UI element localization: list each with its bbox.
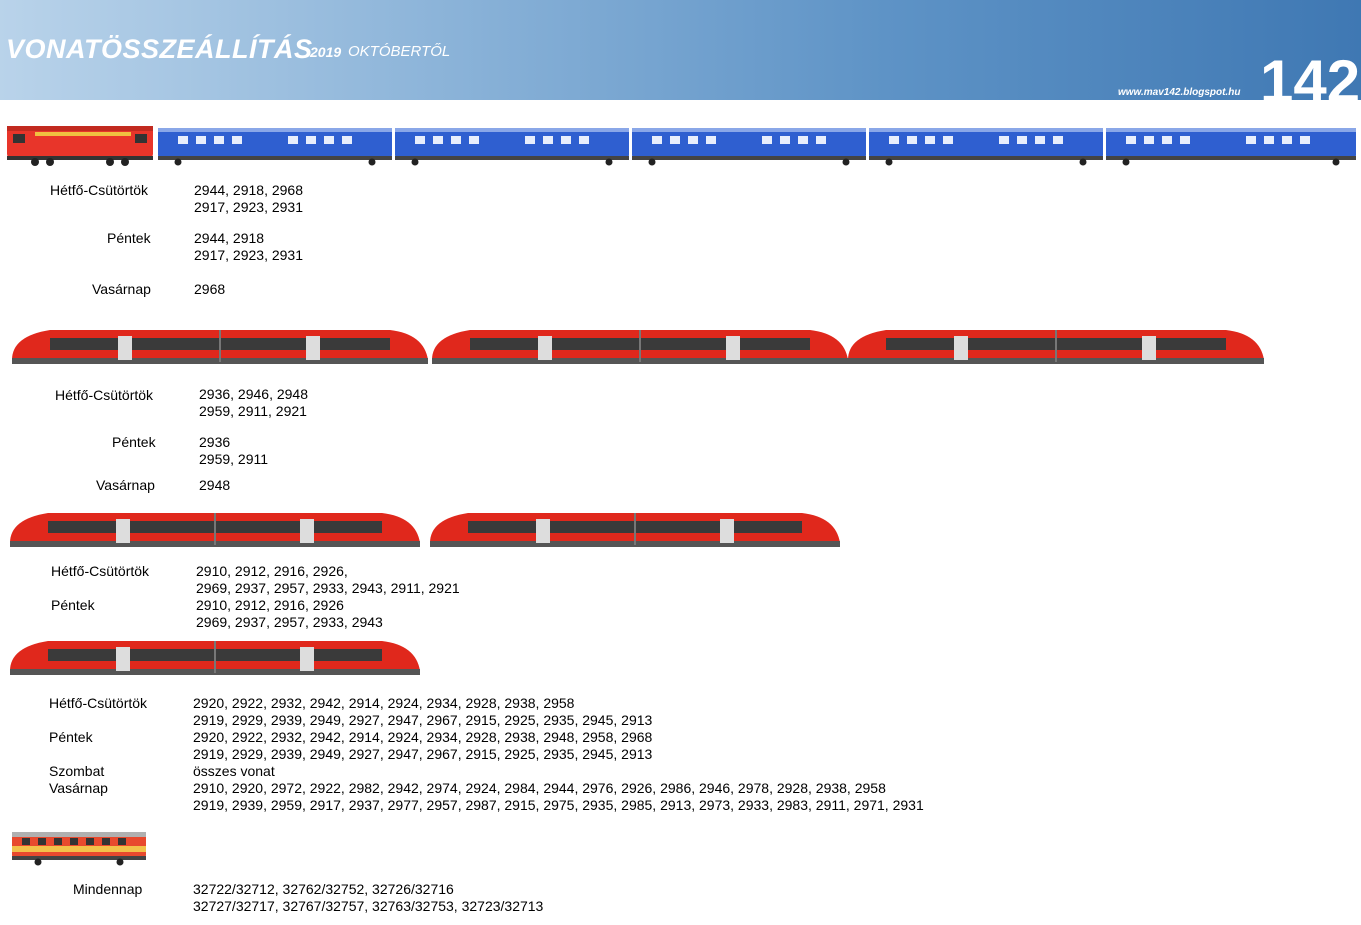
train-numbers: 2910, 2912, 2916, 2926, xyxy=(196,563,348,579)
train-numbers: 2969, 2937, 2957, 2933, 2943 xyxy=(196,614,383,630)
train-numbers: 2936, 2946, 2948 xyxy=(199,386,308,402)
day-label: Hétfő-Csütörtök xyxy=(51,563,150,579)
day-label: Péntek xyxy=(112,434,156,450)
train-numbers: 2948 xyxy=(199,477,231,493)
train-numbers: 32727/32717, 32767/32757, 32763/32753, 3… xyxy=(193,898,544,914)
train-railbus xyxy=(12,832,146,866)
train-desiro-double xyxy=(10,513,840,547)
train-numbers: 2944, 2918, 2968 xyxy=(194,182,303,198)
desiro-unit-image xyxy=(10,641,420,675)
day-label: Szombat xyxy=(49,763,105,779)
desiro-unit-image xyxy=(430,513,840,547)
train-desiro-triple xyxy=(12,330,1264,364)
line-number: 142 xyxy=(1260,48,1361,101)
train-numbers: 2919, 2939, 2959, 2917, 2937, 2977, 2957… xyxy=(193,797,924,813)
day-label: Péntek xyxy=(51,597,95,613)
railbus-image xyxy=(12,832,146,866)
day-label: Hétfő-Csütörtök xyxy=(55,387,154,403)
train-locomotive-coaches xyxy=(7,126,1356,166)
train-numbers: 2910, 2920, 2972, 2922, 2982, 2942, 2974… xyxy=(193,780,886,796)
train-numbers: 2919, 2929, 2939, 2949, 2927, 2947, 2967… xyxy=(193,712,653,728)
train-numbers: 2910, 2912, 2916, 2926 xyxy=(196,597,344,613)
train-numbers: 2920, 2922, 2932, 2942, 2914, 2924, 2934… xyxy=(193,729,653,745)
coaches-image xyxy=(158,128,1356,166)
day-label: Péntek xyxy=(107,230,151,246)
blog-url: www.mav142.blogspot.hu xyxy=(1118,87,1241,98)
page-title: VONATÖSSZEÁLLÍTÁS xyxy=(6,34,313,64)
desiro-unit-image xyxy=(432,330,848,364)
train-desiro-single xyxy=(10,641,420,675)
day-label: Hétfő-Csütörtök xyxy=(50,182,149,198)
train-numbers: 2968 xyxy=(194,281,226,297)
day-label: Vasárnap xyxy=(92,281,151,297)
train-numbers: 2936 xyxy=(199,434,231,450)
day-label: Péntek xyxy=(49,729,93,745)
train-numbers: 2917, 2923, 2931 xyxy=(194,199,303,215)
day-label: Hétfő-Csütörtök xyxy=(49,695,148,711)
train-numbers: 2919, 2929, 2939, 2949, 2927, 2947, 2967… xyxy=(193,746,653,762)
header-year: 2019 xyxy=(310,44,342,60)
desiro-unit-image xyxy=(10,513,420,547)
train-numbers: 2959, 2911 xyxy=(199,451,269,467)
locomotive-image xyxy=(7,126,153,166)
train-numbers: 32722/32712, 32762/32752, 32726/32716 xyxy=(193,881,454,897)
desiro-unit-image xyxy=(848,330,1264,364)
train-numbers: 2969, 2937, 2957, 2933, 2943, 2911, 2921 xyxy=(196,580,460,596)
day-label: Mindennap xyxy=(73,881,143,897)
train-numbers: 2917, 2923, 2931 xyxy=(194,247,303,263)
train-numbers: 2920, 2922, 2932, 2942, 2914, 2924, 2934… xyxy=(193,695,575,711)
day-label: Vasárnap xyxy=(96,477,155,493)
header-banner: VONATÖSSZEÁLLÍTÁS 2019 OKTÓBERTŐL www.ma… xyxy=(0,0,1361,100)
header-subtitle: OKTÓBERTŐL xyxy=(348,43,451,60)
train-numbers: 2944, 2918 xyxy=(194,230,265,246)
train-numbers: 2959, 2911, 2921 xyxy=(199,403,307,419)
day-label: Vasárnap xyxy=(49,780,108,796)
train-numbers: összes vonat xyxy=(193,763,275,779)
desiro-unit-image xyxy=(12,330,428,364)
